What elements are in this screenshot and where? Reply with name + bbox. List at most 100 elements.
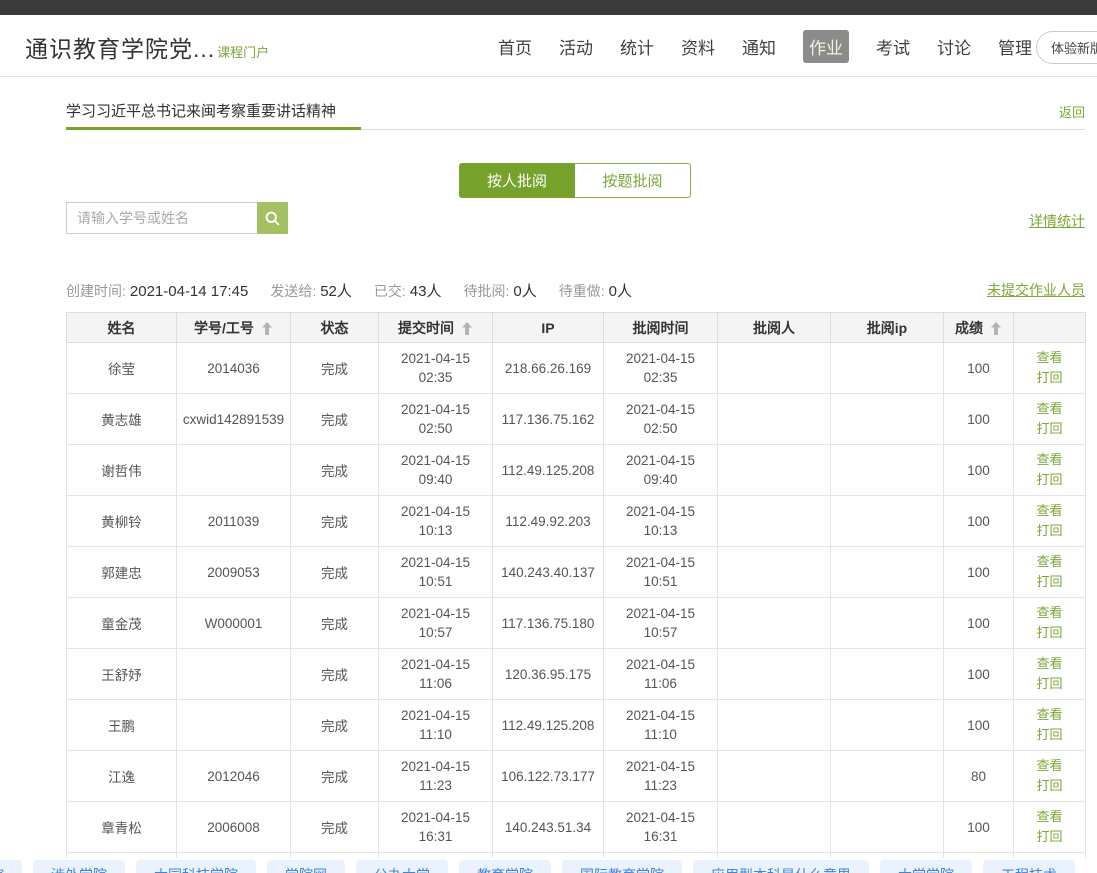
related-link-1[interactable]: 涉外学院 bbox=[33, 860, 125, 873]
column-header-4: IP bbox=[493, 313, 604, 343]
send-back-link[interactable]: 打回 bbox=[1014, 725, 1085, 745]
column-header-2: 状态 bbox=[291, 313, 379, 343]
search-button[interactable] bbox=[257, 202, 288, 234]
cell-actions: 查看打回 bbox=[1014, 649, 1086, 700]
new-version-button[interactable]: 体验新版 bbox=[1036, 31, 1097, 64]
cell-name: 郭建忠 bbox=[67, 547, 177, 598]
cell-status: 完成 bbox=[291, 343, 379, 394]
related-link-9[interactable]: 工程技术 bbox=[983, 860, 1075, 873]
send-back-link[interactable]: 打回 bbox=[1014, 572, 1085, 592]
cell-status: 完成 bbox=[291, 394, 379, 445]
send-back-link[interactable]: 打回 bbox=[1014, 368, 1085, 388]
time-line: 09:40 bbox=[379, 470, 492, 489]
nav-item-3[interactable]: 资料 bbox=[681, 34, 715, 59]
meta-label: 已交: bbox=[374, 283, 406, 299]
detail-stats-link[interactable]: 详情统计 bbox=[1029, 211, 1085, 231]
column-header-1[interactable]: 学号/工号 bbox=[177, 313, 291, 343]
send-back-link[interactable]: 打回 bbox=[1014, 521, 1085, 541]
nav-item-2[interactable]: 统计 bbox=[620, 34, 654, 59]
back-link[interactable]: 返回 bbox=[1059, 102, 1085, 121]
cell-review-time: 2021-04-1502:50 bbox=[604, 394, 718, 445]
date-line: 2021-04-15 bbox=[604, 349, 717, 368]
meta-value: 52人 bbox=[320, 283, 352, 300]
cell-review-ip bbox=[831, 496, 944, 547]
cell-review-ip bbox=[831, 343, 944, 394]
view-link[interactable]: 查看 bbox=[1014, 348, 1085, 368]
cell-review-time: 2021-04-1510:51 bbox=[604, 547, 718, 598]
related-link-5[interactable]: 教育学院 bbox=[459, 860, 551, 873]
table-row: 章青松2006008完成2021-04-1516:31140.243.51.34… bbox=[67, 802, 1086, 853]
cell-name: 江逸 bbox=[67, 751, 177, 802]
site-header: 通识教育学院党...课程门户 首页 活动 统计 资料 通知 作业 考试 讨论 管理 体验新版 bbox=[0, 15, 1097, 77]
brand: 通识教育学院党...课程门户 bbox=[25, 30, 269, 64]
send-back-link[interactable]: 打回 bbox=[1014, 623, 1085, 643]
related-link-0[interactable]: 学院 bbox=[0, 860, 22, 873]
nav-item-1[interactable]: 活动 bbox=[559, 34, 593, 59]
time-line: 10:13 bbox=[379, 521, 492, 540]
cell-reviewer bbox=[718, 343, 831, 394]
not-submitted-link[interactable]: 未提交作业人员 bbox=[987, 280, 1085, 300]
related-link-3[interactable]: 学院网 bbox=[267, 860, 345, 873]
table-row: 谢哲伟完成2021-04-1509:40112.49.125.2082021-0… bbox=[67, 445, 1086, 496]
view-link[interactable]: 查看 bbox=[1014, 603, 1085, 623]
nav-item-4[interactable]: 通知 bbox=[742, 34, 776, 59]
tab-1[interactable]: 按题批阅 bbox=[575, 163, 691, 198]
table-row: 童金茂W000001完成2021-04-1510:57117.136.75.18… bbox=[67, 598, 1086, 649]
cell-student-id: 2009053 bbox=[177, 547, 291, 598]
sort-arrow-icon[interactable] bbox=[461, 322, 473, 335]
meta-item-3: 待批阅:0人 bbox=[463, 280, 536, 301]
nav-item-5[interactable]: 作业 bbox=[803, 30, 849, 63]
cell-reviewer bbox=[718, 547, 831, 598]
time-line: 16:31 bbox=[379, 827, 492, 846]
view-link[interactable]: 查看 bbox=[1014, 756, 1085, 776]
column-header-6: 批阅人 bbox=[718, 313, 831, 343]
view-link[interactable]: 查看 bbox=[1014, 501, 1085, 521]
time-line: 11:10 bbox=[379, 725, 492, 744]
nav-item-8[interactable]: 管理 bbox=[998, 34, 1032, 59]
cell-actions: 查看打回 bbox=[1014, 751, 1086, 802]
send-back-link[interactable]: 打回 bbox=[1014, 776, 1085, 796]
nav-item-7[interactable]: 讨论 bbox=[937, 34, 971, 59]
related-link-4[interactable]: 公办大学 bbox=[356, 860, 448, 873]
time-line: 10:51 bbox=[379, 572, 492, 591]
sort-arrow-icon[interactable] bbox=[261, 322, 273, 335]
page: 通识教育学院党...课程门户 首页 活动 统计 资料 通知 作业 考试 讨论 管理 体验新版 学… bbox=[0, 0, 1097, 873]
view-link[interactable]: 查看 bbox=[1014, 807, 1085, 827]
meta-label: 待重做: bbox=[559, 283, 605, 299]
send-back-link[interactable]: 打回 bbox=[1014, 827, 1085, 847]
table-row: 王舒妤完成2021-04-1511:06120.36.95.1752021-04… bbox=[67, 649, 1086, 700]
tab-0[interactable]: 按人批阅 bbox=[459, 163, 575, 198]
table-row: 江逸2012046完成2021-04-1511:23106.122.73.177… bbox=[67, 751, 1086, 802]
view-link[interactable]: 查看 bbox=[1014, 654, 1085, 674]
date-line: 2021-04-15 bbox=[604, 706, 717, 725]
cell-reviewer bbox=[718, 496, 831, 547]
meta-label: 创建时间: bbox=[66, 283, 126, 299]
send-back-link[interactable]: 打回 bbox=[1014, 419, 1085, 439]
view-link[interactable]: 查看 bbox=[1014, 552, 1085, 572]
related-link-6[interactable]: 国际教育学院 bbox=[562, 860, 682, 873]
related-link-2[interactable]: 大同科技学院 bbox=[136, 860, 256, 873]
cell-status: 完成 bbox=[291, 547, 379, 598]
view-link[interactable]: 查看 bbox=[1014, 450, 1085, 470]
table-row: 王鹏完成2021-04-1511:10112.49.125.2082021-04… bbox=[67, 700, 1086, 751]
cell-status: 完成 bbox=[291, 649, 379, 700]
related-link-7[interactable]: 应用型本科是什么意思 bbox=[693, 860, 869, 873]
column-header-8[interactable]: 成绩 bbox=[944, 313, 1014, 343]
cell-score: 100 bbox=[944, 343, 1014, 394]
send-back-link[interactable]: 打回 bbox=[1014, 674, 1085, 694]
cell-student-id: 2014036 bbox=[177, 343, 291, 394]
cell-student-id: 2006008 bbox=[177, 802, 291, 853]
sort-arrow-icon[interactable] bbox=[990, 322, 1002, 335]
view-link[interactable]: 查看 bbox=[1014, 399, 1085, 419]
search-input[interactable] bbox=[66, 202, 257, 234]
related-link-8[interactable]: 大学学院 bbox=[880, 860, 972, 873]
nav-item-6[interactable]: 考试 bbox=[876, 34, 910, 59]
cell-actions: 查看打回 bbox=[1014, 394, 1086, 445]
column-header-3[interactable]: 提交时间 bbox=[379, 313, 493, 343]
cell-ip: 120.36.95.175 bbox=[493, 649, 604, 700]
send-back-link[interactable]: 打回 bbox=[1014, 470, 1085, 490]
view-link[interactable]: 查看 bbox=[1014, 705, 1085, 725]
cell-reviewer bbox=[718, 649, 831, 700]
date-line: 2021-04-15 bbox=[604, 553, 717, 572]
nav-item-0[interactable]: 首页 bbox=[498, 34, 532, 59]
